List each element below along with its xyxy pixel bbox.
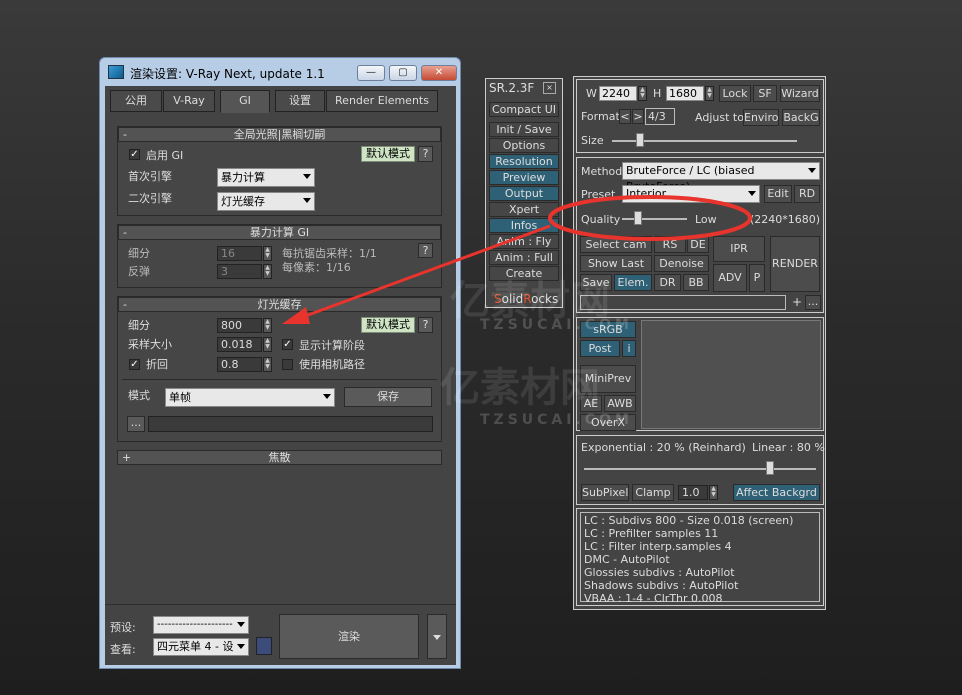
annotation-overlay [282,195,752,324]
annotation-arrow-head [282,307,310,324]
annotation-arrow-line [299,224,551,320]
annotation-highlight-ellipse [548,195,752,241]
